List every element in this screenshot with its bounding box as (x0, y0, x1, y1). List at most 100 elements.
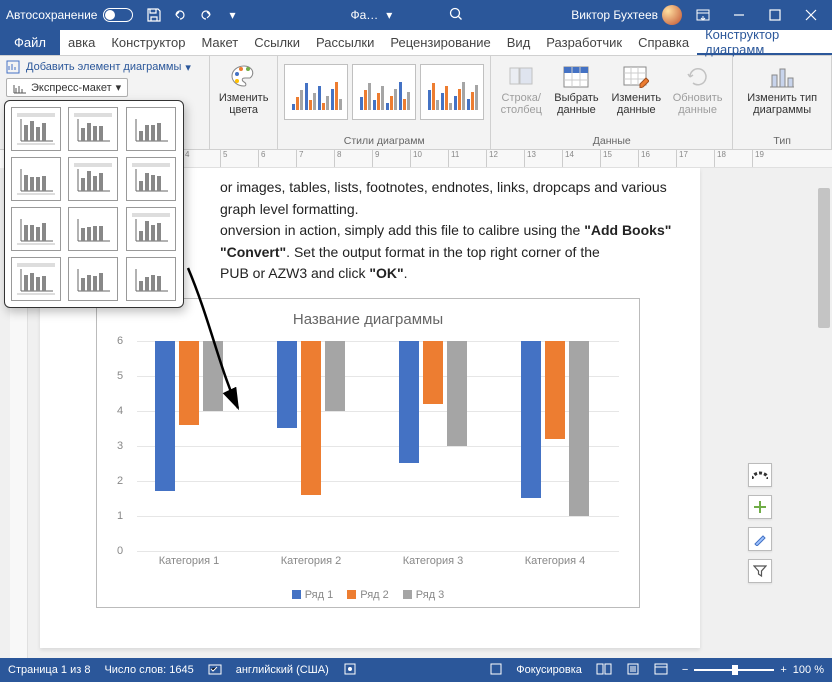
zoom-control[interactable]: − + 100 % (682, 664, 824, 676)
switch-label: Строка/ столбец (501, 92, 542, 116)
layout-option-8[interactable] (68, 207, 118, 251)
chart-bar[interactable] (423, 341, 443, 404)
quick-access-toolbar: ▾ (143, 4, 243, 26)
zoom-value[interactable]: 100 % (793, 664, 824, 676)
search-icon[interactable] (448, 6, 464, 25)
chart-elements-icon[interactable] (748, 495, 772, 519)
tab-design[interactable]: Конструктор (103, 30, 193, 55)
quick-layout-label: Экспресс-макет (31, 82, 112, 94)
status-macros-icon[interactable] (343, 662, 357, 679)
toggle-icon (103, 8, 133, 22)
styles-group-label: Стили диаграмм (284, 135, 484, 147)
chart-bar[interactable] (545, 341, 565, 439)
layout-option-11[interactable] (68, 257, 118, 301)
chart-style-3[interactable] (420, 64, 484, 120)
doc-title-dropdown-icon[interactable]: ▾ (386, 8, 392, 22)
change-chart-type-button[interactable]: Изменить тип диаграммы (739, 60, 825, 118)
change-colors-label: Изменить цвета (219, 92, 269, 116)
tab-home-fragment[interactable]: авка (60, 30, 103, 55)
status-bar: Страница 1 из 8 Число слов: 1645 английс… (0, 658, 832, 682)
chart-bar[interactable] (155, 341, 175, 491)
legend-item[interactable]: Ряд 3 (403, 589, 445, 601)
minimize-button[interactable] (724, 1, 754, 29)
switch-row-column-button: Строка/ столбец (497, 60, 545, 118)
status-page[interactable]: Страница 1 из 8 (8, 664, 90, 676)
chart-bar[interactable] (179, 341, 199, 425)
status-proofing-icon[interactable] (208, 662, 222, 679)
chart-bar[interactable] (399, 341, 419, 464)
title-bar: Автосохранение ▾ Фа… ▾ Виктор Бухтеев (0, 0, 832, 30)
layout-option-5[interactable] (68, 157, 118, 201)
view-read-icon[interactable] (596, 663, 612, 678)
close-button[interactable] (796, 1, 826, 29)
redo-icon[interactable] (195, 4, 217, 26)
layout-option-3[interactable] (126, 107, 176, 151)
layout-option-6[interactable] (126, 157, 176, 201)
chart-legend[interactable]: Ряд 1 Ряд 2 Ряд 3 (97, 589, 639, 601)
add-chart-element-label: Добавить элемент диаграммы (26, 61, 181, 73)
edit-data-button[interactable]: Изменить данные (608, 60, 665, 118)
status-language[interactable]: английский (США) (236, 664, 329, 676)
chart-bar[interactable] (301, 341, 321, 495)
zoom-out-icon[interactable]: − (682, 664, 688, 676)
chart-bar[interactable] (325, 341, 345, 411)
view-print-icon[interactable] (626, 663, 640, 678)
status-focus-icon[interactable] (490, 663, 502, 678)
qat-more-icon[interactable]: ▾ (221, 4, 243, 26)
legend-item[interactable]: Ряд 1 (292, 589, 334, 601)
tab-mailings[interactable]: Рассылки (308, 30, 382, 55)
undo-icon[interactable] (169, 4, 191, 26)
chart-bar[interactable] (447, 341, 467, 446)
embedded-chart[interactable]: Название диаграммы 0123456Категория 1Кат… (96, 298, 640, 608)
save-icon[interactable] (143, 4, 165, 26)
layout-option-4[interactable] (11, 157, 61, 201)
layout-option-12[interactable] (126, 257, 176, 301)
ribbon-options-icon[interactable] (688, 1, 718, 29)
refresh-data-label: Обновить данные (673, 92, 723, 116)
change-colors-button[interactable]: Изменить цвета (215, 60, 273, 118)
status-focus[interactable]: Фокусировка (516, 664, 582, 676)
chart-style-1[interactable] (284, 64, 348, 120)
chart-styles-icon[interactable] (748, 463, 772, 487)
quick-layout-button[interactable]: Экспресс-макет ▾ (6, 78, 128, 97)
chart-style-2[interactable] (352, 64, 416, 120)
chart-plot-area[interactable]: 0123456Категория 1Категория 2Категория 3… (137, 341, 619, 551)
vertical-scrollbar[interactable] (816, 168, 832, 658)
zoom-slider[interactable] (694, 669, 774, 671)
legend-item[interactable]: Ряд 2 (347, 589, 389, 601)
chevron-down-icon: ▾ (185, 61, 191, 74)
user-account[interactable]: Виктор Бухтеев (571, 5, 682, 25)
layout-option-2[interactable] (68, 107, 118, 151)
tab-help[interactable]: Справка (630, 30, 697, 55)
tab-review[interactable]: Рецензирование (382, 30, 498, 55)
tab-file[interactable]: Файл (0, 30, 60, 55)
chart-bar[interactable] (521, 341, 541, 499)
add-chart-element-button[interactable]: Добавить элемент диаграммы ▾ (6, 60, 191, 74)
select-data-button[interactable]: Выбрать данные (549, 60, 603, 118)
scrollbar-thumb[interactable] (818, 188, 830, 328)
layout-option-1[interactable] (11, 107, 61, 151)
autosave-label: Автосохранение (6, 8, 97, 22)
maximize-button[interactable] (760, 1, 790, 29)
tab-chart-design[interactable]: Конструктор диаграмм (697, 30, 832, 55)
chart-filter-icon[interactable] (748, 559, 772, 583)
tab-view[interactable]: Вид (499, 30, 539, 55)
chart-styles-gallery (284, 60, 484, 124)
layout-option-7[interactable] (11, 207, 61, 251)
chart-brush-icon[interactable] (748, 527, 772, 551)
type-group-label: Тип (739, 135, 825, 147)
chart-bar[interactable] (277, 341, 297, 429)
tab-developer[interactable]: Разработчик (538, 30, 630, 55)
view-web-icon[interactable] (654, 663, 668, 678)
tab-references[interactable]: Ссылки (246, 30, 308, 55)
layout-option-10[interactable] (11, 257, 61, 301)
layout-option-9[interactable] (126, 207, 176, 251)
refresh-icon (683, 62, 713, 92)
zoom-in-icon[interactable]: + (780, 664, 786, 676)
change-type-label: Изменить тип диаграммы (743, 92, 821, 116)
chart-bar[interactable] (203, 341, 223, 411)
status-wordcount[interactable]: Число слов: 1645 (104, 664, 193, 676)
autosave-toggle[interactable]: Автосохранение (6, 8, 133, 22)
chart-bar[interactable] (569, 341, 589, 516)
tab-layout[interactable]: Макет (193, 30, 246, 55)
